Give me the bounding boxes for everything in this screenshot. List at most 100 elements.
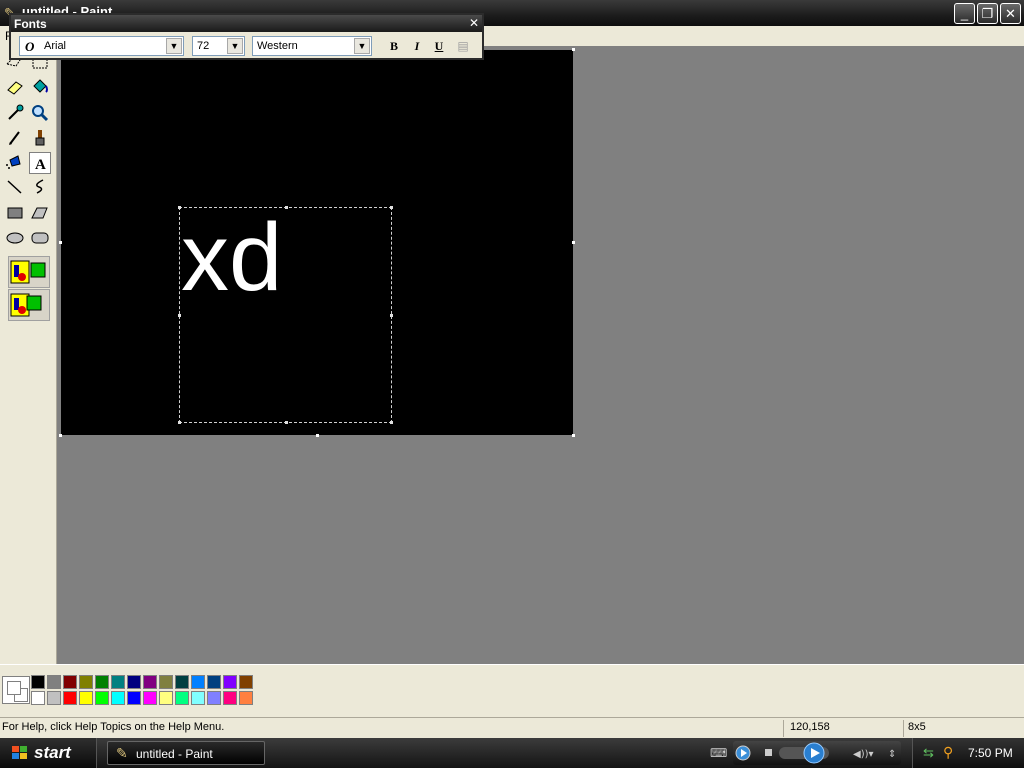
pencil-tool[interactable]	[4, 127, 26, 149]
svg-text:◀))▾: ◀))▾	[853, 749, 874, 760]
canvas-handle	[59, 434, 62, 437]
keyboard-icon[interactable]: ⌨	[710, 746, 727, 760]
palette-color-swatch[interactable]	[47, 675, 61, 689]
text-box[interactable]: xd	[178, 204, 393, 424]
palette-color-swatch[interactable]	[143, 675, 157, 689]
palette-color-swatch[interactable]	[95, 675, 109, 689]
palette-color-swatch[interactable]	[127, 691, 141, 705]
taskbar: start ✎ untitled - Paint ⌨ ◀))▾ ⇕ ⇆ ⚲ 7:…	[0, 738, 1024, 768]
palette-color-swatch[interactable]	[79, 691, 93, 705]
taskbar-item-paint[interactable]: ✎ untitled - Paint	[107, 741, 265, 765]
palette-color-swatch[interactable]	[191, 691, 205, 705]
media-player-toolbar[interactable]: ◀))▾ ⇕	[733, 741, 901, 765]
palette-color-swatch[interactable]	[175, 691, 189, 705]
palette-color-swatch[interactable]	[239, 691, 253, 705]
close-button[interactable]: ✕	[1000, 3, 1021, 24]
textbox-handle[interactable]	[285, 421, 288, 424]
textbox-handle[interactable]	[390, 421, 393, 424]
palette-color-swatch[interactable]	[159, 675, 173, 689]
canvas-workspace: xd	[57, 46, 1024, 664]
palette-color-swatch[interactable]	[223, 691, 237, 705]
textbox-handle[interactable]	[285, 206, 288, 209]
svg-text:⇕: ⇕	[888, 749, 896, 760]
palette-color-swatch[interactable]	[175, 675, 189, 689]
bold-button[interactable]: B	[385, 38, 403, 54]
palette-color-swatch[interactable]	[79, 675, 93, 689]
font-name-select[interactable]: O Arial ▼	[19, 36, 184, 56]
fill-tool[interactable]	[29, 76, 51, 98]
airbrush-tool[interactable]	[4, 152, 26, 174]
taskbar-clock[interactable]: 7:50 PM	[968, 746, 1013, 760]
palette-color-swatch[interactable]	[239, 675, 253, 689]
palette-color-swatch[interactable]	[159, 691, 173, 705]
color-picker-tool[interactable]	[4, 102, 26, 124]
chevron-down-icon[interactable]: ▼	[166, 38, 182, 54]
canvas-handle	[59, 241, 62, 244]
palette-color-swatch[interactable]	[111, 691, 125, 705]
palette-color-swatch[interactable]	[111, 675, 125, 689]
textbox-handle[interactable]	[390, 206, 393, 209]
canvas-resize-handle[interactable]	[316, 434, 319, 437]
palette-color-swatch[interactable]	[63, 675, 77, 689]
polygon-tool[interactable]	[29, 202, 51, 224]
status-bar: For Help, click Help Topics on the Help …	[0, 717, 1024, 739]
textbox-handle[interactable]	[178, 206, 181, 209]
chevron-down-icon[interactable]: ▼	[227, 38, 243, 54]
underline-button[interactable]: U	[430, 38, 448, 54]
font-size-select[interactable]: 72 ▼	[192, 36, 245, 56]
opentype-font-icon: O	[25, 39, 35, 54]
ellipse-tool[interactable]	[4, 227, 26, 249]
fonts-close-icon[interactable]: ✕	[467, 16, 481, 30]
magnifier-tool[interactable]	[29, 102, 51, 124]
palette-color-swatch[interactable]	[191, 675, 205, 689]
line-tool[interactable]	[4, 176, 26, 198]
current-colors	[2, 676, 30, 704]
palette-color-swatch[interactable]	[223, 675, 237, 689]
canvas-resize-handle[interactable]	[572, 241, 575, 244]
palette-color-swatch[interactable]	[31, 691, 45, 705]
palette-color-swatch[interactable]	[127, 675, 141, 689]
canvas-resize-handle[interactable]	[572, 434, 575, 437]
windows-flag-icon	[12, 746, 27, 759]
textbox-handle[interactable]	[178, 421, 181, 424]
restore-button[interactable]: ❐	[977, 3, 998, 24]
canvas-text: xd	[181, 204, 283, 311]
status-divider	[783, 720, 784, 737]
fonts-toolbar-titlebar[interactable]: Fonts ✕	[11, 15, 482, 32]
textbox-handle[interactable]	[178, 314, 181, 317]
font-size-value: 72	[197, 40, 210, 52]
network-icon[interactable]: ⇆	[923, 745, 934, 761]
rectangle-tool[interactable]	[4, 202, 26, 224]
drawing-canvas[interactable]: xd	[61, 50, 573, 435]
fonts-toolbar-title: Fonts	[14, 17, 47, 31]
chevron-down-icon[interactable]: ▼	[354, 38, 370, 54]
vertical-text-icon: ▤	[457, 39, 469, 53]
italic-button[interactable]: I	[408, 38, 426, 54]
curve-tool[interactable]	[29, 176, 51, 198]
palette-color-swatch[interactable]	[31, 675, 45, 689]
system-tray: ⇆ ⚲ 7:50 PM	[912, 738, 1024, 768]
font-script-value: Western	[257, 40, 298, 52]
brush-tool[interactable]	[29, 127, 51, 149]
rounded-rect-tool[interactable]	[29, 227, 51, 249]
taskbar-item-label: untitled - Paint	[136, 747, 213, 761]
start-button[interactable]: start	[0, 738, 97, 768]
opaque-option[interactable]	[8, 256, 50, 288]
palette-color-swatch[interactable]	[47, 691, 61, 705]
transparent-option[interactable]	[8, 289, 50, 321]
minimize-button[interactable]: _	[954, 3, 975, 24]
palette-color-swatch[interactable]	[207, 691, 221, 705]
text-tool[interactable]: A	[29, 152, 51, 174]
palette-color-swatch[interactable]	[143, 691, 157, 705]
palette-color-swatch[interactable]	[95, 691, 109, 705]
palette-color-swatch[interactable]	[207, 675, 221, 689]
fonts-toolbar[interactable]: Fonts ✕ O Arial ▼ 72 ▼ Western ▼ B I U ▤	[9, 13, 484, 60]
search-icon[interactable]: ⚲	[943, 744, 953, 761]
paint-app-icon: ✎	[116, 745, 128, 761]
status-divider	[903, 720, 904, 737]
eraser-tool[interactable]	[4, 76, 26, 98]
minimize-icon: _	[960, 6, 969, 21]
textbox-handle[interactable]	[390, 314, 393, 317]
font-script-select[interactable]: Western ▼	[252, 36, 372, 56]
palette-color-swatch[interactable]	[63, 691, 77, 705]
